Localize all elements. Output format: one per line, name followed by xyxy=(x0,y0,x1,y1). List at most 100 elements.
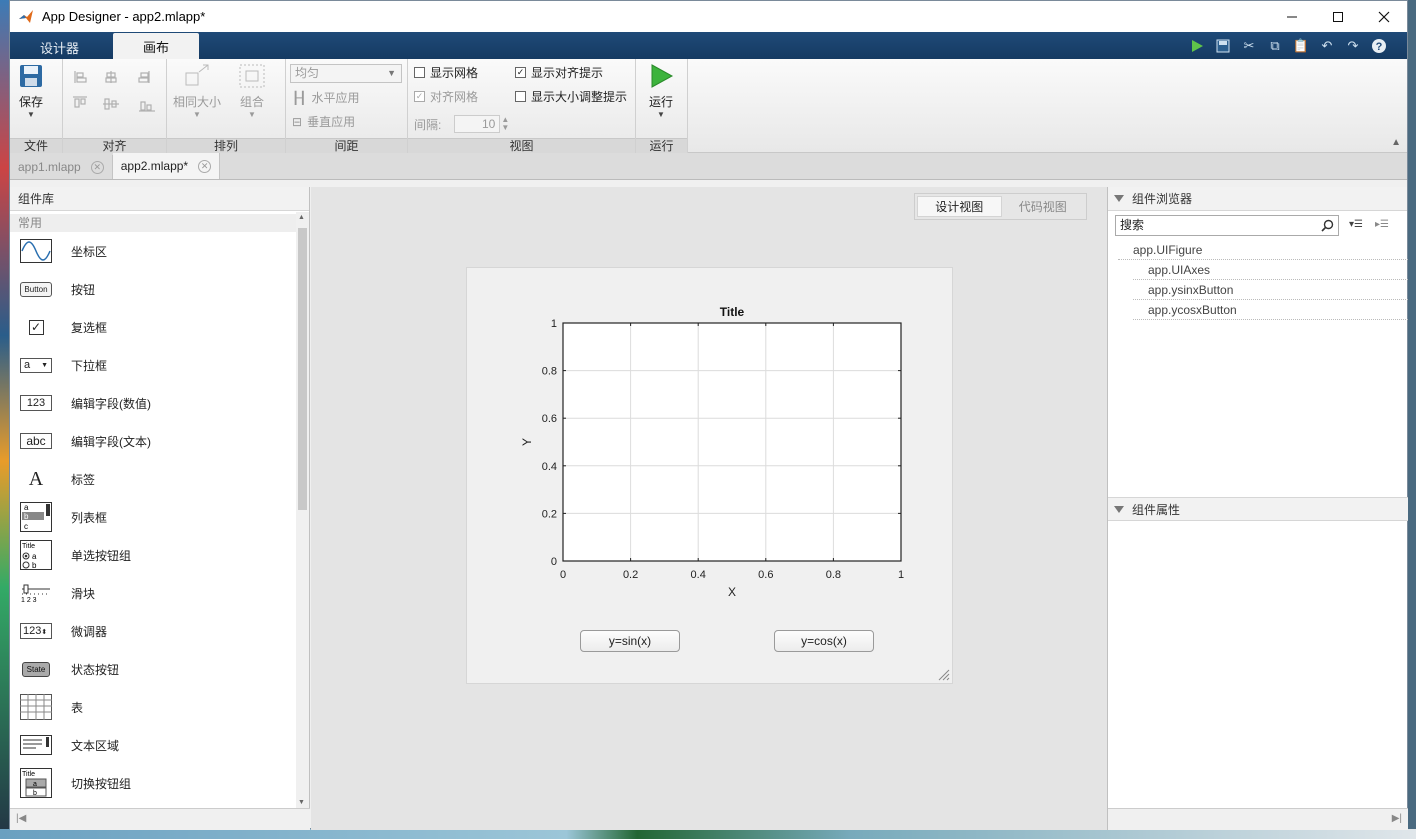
undo-icon[interactable]: ↶ xyxy=(1317,36,1337,56)
svg-text:Title: Title xyxy=(22,543,35,550)
ribbon-group-run: 运行 ▼ 运行 xyxy=(636,59,688,153)
browser-header[interactable]: 组件浏览器 xyxy=(1108,187,1407,211)
group-icon xyxy=(239,64,265,88)
show-grid-checkbox[interactable]: 显示网格 xyxy=(414,64,478,81)
svg-text:a: a xyxy=(33,781,37,788)
save-icon[interactable] xyxy=(1213,36,1233,56)
x-tick-label: 1 xyxy=(898,569,904,581)
snap-grid-checkbox[interactable]: ✓ 对齐网格 xyxy=(414,88,478,105)
ribbon-group-align: 对齐 xyxy=(63,59,167,153)
tree-item-uiaxes[interactable]: app.UIAxes xyxy=(1133,260,1408,280)
y-tick-label: 0.4 xyxy=(542,461,557,473)
tab-canvas[interactable]: 画布 xyxy=(113,33,200,59)
svg-text:1 2 3: 1 2 3 xyxy=(21,597,37,603)
component-library-panel: 组件库 常用 坐标区 Button 按钮 ✓ 复选框 a ▼ 下拉框 123 编辑… xyxy=(10,187,310,830)
minimize-button[interactable] xyxy=(1269,1,1315,32)
library-item-toggle-group[interactable]: Title a b 切换按钮组 xyxy=(10,764,309,802)
floppy-disk-icon xyxy=(20,65,42,87)
library-item-radio-group[interactable]: Title a b 单选按钮组 xyxy=(10,536,309,574)
spacing-dropdown[interactable]: 均匀 ▼ xyxy=(290,64,402,83)
view-toggle: 设计视图 代码视图 xyxy=(914,193,1087,220)
doc-tab-app2[interactable]: app2.mlapp* ✕ xyxy=(112,153,221,179)
resize-grip-icon[interactable] xyxy=(938,669,950,681)
help-icon[interactable]: ? xyxy=(1369,36,1389,56)
library-item-table[interactable]: 表 xyxy=(10,688,309,726)
library-item-spinner[interactable]: 123⬍ 微调器 xyxy=(10,612,309,650)
quick-access-toolbar: ✂ ⧉ 📋 ↶ ↷ ? xyxy=(1187,36,1389,56)
library-title: 组件库 xyxy=(10,187,309,211)
group-button[interactable]: 组合 ▼ xyxy=(238,63,266,119)
library-item-dropdown[interactable]: a ▼ 下拉框 xyxy=(10,346,309,384)
browser-footer: ▶| xyxy=(1108,808,1408,830)
x-tick-label: 0.4 xyxy=(691,569,706,581)
cut-icon[interactable]: ✂ xyxy=(1239,36,1259,56)
plot-area xyxy=(563,323,901,561)
matlab-logo-icon xyxy=(19,9,33,23)
collapse-all-icon[interactable]: ▸☰ xyxy=(1375,219,1389,230)
run-icon[interactable] xyxy=(1187,36,1207,56)
ribbon-group-view: 显示网格 ✓ 对齐网格 间隔: 10 ▲ ▼ ✓ 显示对齐提示 显示大小调整提示 视图 xyxy=(408,59,636,153)
apply-horizontal-button[interactable]: ┠┨ 水平应用 xyxy=(292,89,359,106)
tab-designer[interactable]: 设计器 xyxy=(10,35,109,59)
ui-axes[interactable]: 0 0.2 0.4 0.6 0.8 1 0 0.2 0.4 0.6 0.8 1 Title X Y xyxy=(467,268,954,613)
y-tick-label: 0 xyxy=(551,556,557,568)
same-size-button[interactable]: 相同大小 ▼ xyxy=(173,63,221,119)
expand-all-icon[interactable]: ▾☰ xyxy=(1349,219,1363,230)
library-item-numeric-field[interactable]: 123 编辑字段(数值) xyxy=(10,384,309,422)
slider-icon: 1 2 3 xyxy=(19,580,53,606)
label-icon: A xyxy=(28,467,44,490)
tree-item-cos-button[interactable]: app.ycosxButton xyxy=(1133,300,1408,320)
desktop-background-left xyxy=(0,0,9,839)
close-tab-icon[interactable]: ✕ xyxy=(90,160,104,174)
library-item-state-button[interactable]: State 状态按钮 xyxy=(10,650,309,688)
redo-icon[interactable]: ↷ xyxy=(1343,36,1363,56)
group-label-file: 文件 xyxy=(10,138,62,153)
copy-icon[interactable]: ⧉ xyxy=(1265,36,1285,56)
apply-vertical-button[interactable]: ⊟ 垂直应用 xyxy=(292,113,355,130)
save-button[interactable]: 保存 ▼ xyxy=(18,63,44,119)
ribbon-group-file: 保存 ▼ 文件 xyxy=(10,59,63,153)
x-tick-label: 0 xyxy=(560,569,566,581)
sin-button[interactable]: y=sin(x) xyxy=(580,630,680,652)
radio-group-icon: Title a b xyxy=(19,540,53,570)
library-item-checkbox[interactable]: ✓ 复选框 xyxy=(10,308,309,346)
library-item-button[interactable]: Button 按钮 xyxy=(10,270,309,308)
library-item-text-area[interactable]: 文本区域 xyxy=(10,726,309,764)
align-tools-icon xyxy=(73,71,155,112)
code-view-button[interactable]: 代码视图 xyxy=(1002,196,1085,217)
tree-item-sin-button[interactable]: app.ysinxButton xyxy=(1133,280,1408,300)
scroll-right-icon[interactable]: ▶| xyxy=(1392,813,1402,824)
design-view-button[interactable]: 设计视图 xyxy=(917,196,1002,217)
ui-figure[interactable]: 0 0.2 0.4 0.6 0.8 1 0 0.2 0.4 0.6 0.8 1 Title X Y y=si… xyxy=(466,267,953,684)
numeric-field-icon: 123 xyxy=(19,390,53,416)
show-resize-hints-checkbox[interactable]: 显示大小调整提示 xyxy=(515,88,627,105)
toolstrip-tab-bar: 设计器 画布 ✂ ⧉ 📋 ↶ ↷ ? xyxy=(10,32,1407,59)
toggle-group-icon: Title a b xyxy=(19,768,53,798)
close-button[interactable] xyxy=(1361,1,1407,32)
grid-gap-field[interactable]: 间隔: 10 ▲ ▼ xyxy=(414,115,509,133)
close-tab-icon[interactable]: ✕ xyxy=(198,159,212,173)
scrollbar-thumb[interactable] xyxy=(298,228,307,510)
doc-tab-app1[interactable]: app1.mlapp ✕ xyxy=(10,155,113,179)
library-item-slider[interactable]: 1 2 3 滑块 xyxy=(10,574,309,612)
library-item-listbox[interactable]: abc 列表框 xyxy=(10,498,309,536)
group-label-arrange: 排列 xyxy=(167,138,285,153)
paste-icon[interactable]: 📋 xyxy=(1291,36,1311,56)
run-button[interactable]: 运行 ▼ xyxy=(648,63,674,119)
library-item-text-field[interactable]: abc 编辑字段(文本) xyxy=(10,422,309,460)
maximize-button[interactable] xyxy=(1315,1,1361,32)
tree-item-uifigure[interactable]: app.UIFigure xyxy=(1118,240,1408,260)
collapse-ribbon-icon[interactable]: ▲ xyxy=(1391,137,1401,148)
scroll-left-icon[interactable]: |◀ xyxy=(16,813,26,824)
library-scrollbar[interactable]: ▲ ▼ xyxy=(296,212,309,808)
table-icon xyxy=(19,694,53,720)
show-align-hints-checkbox[interactable]: ✓ 显示对齐提示 xyxy=(515,64,603,81)
component-search-input[interactable]: 搜索 xyxy=(1115,215,1339,236)
y-tick-label: 0.8 xyxy=(542,366,557,378)
cos-button[interactable]: y=cos(x) xyxy=(774,630,874,652)
library-item-label[interactable]: A 标签 xyxy=(10,460,309,498)
properties-header[interactable]: 组件属性 xyxy=(1108,497,1408,521)
group-label-align: 对齐 xyxy=(63,138,166,153)
checkbox-icon: ✓ xyxy=(19,314,53,340)
library-item-axes[interactable]: 坐标区 xyxy=(10,232,309,270)
